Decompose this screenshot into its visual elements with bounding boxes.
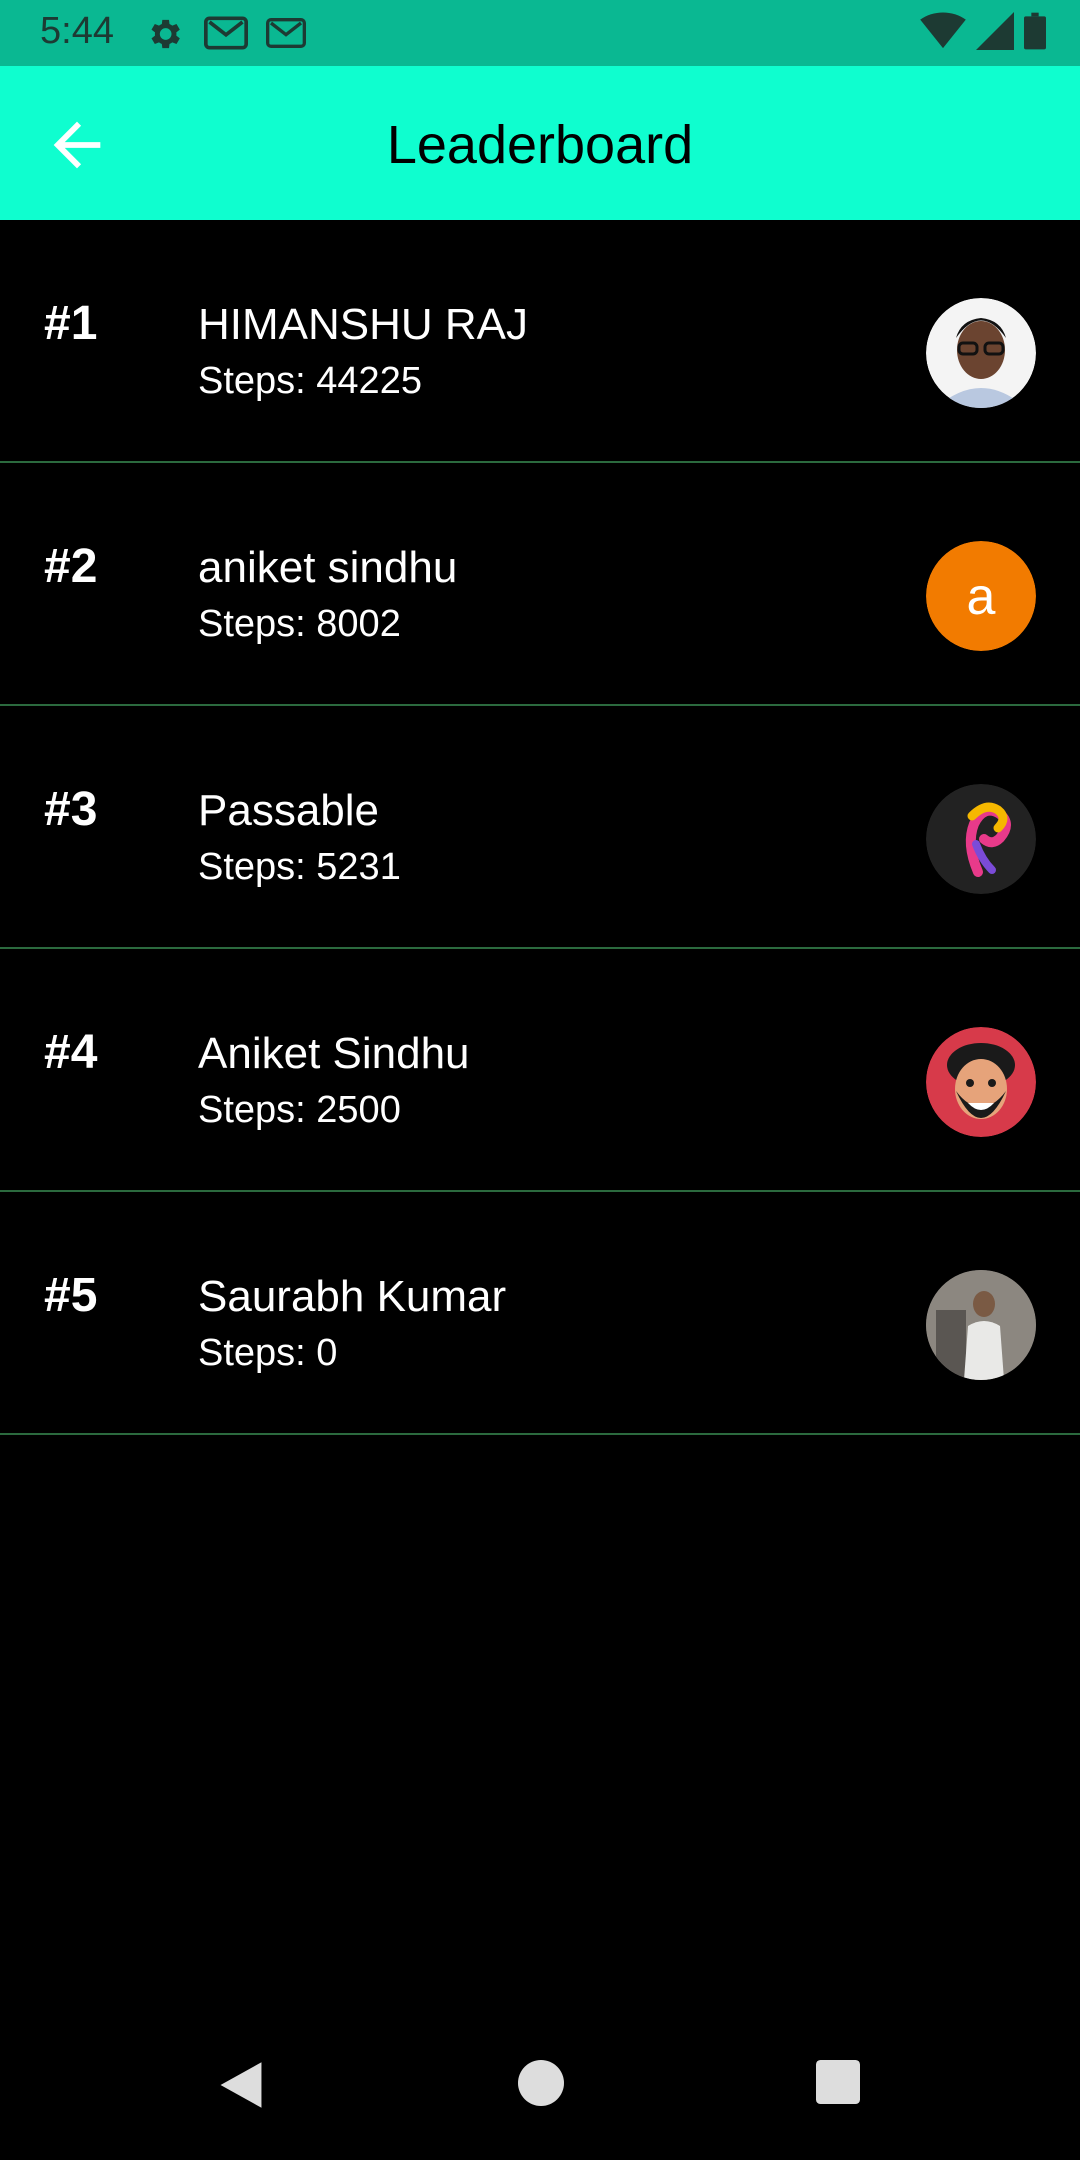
leaderboard-row[interactable]: #3 Passable Steps: 5231 <box>0 706 1080 949</box>
steps-count: Steps: 8002 <box>198 603 401 645</box>
steps-count: Steps: 5231 <box>198 846 401 888</box>
leaderboard-row[interactable]: #2 aniket sindhu Steps: 8002 a <box>0 463 1080 706</box>
status-bar: 5:44 <box>0 0 1080 66</box>
person-photo-avatar <box>926 1270 1036 1380</box>
status-right-icons <box>920 12 1046 50</box>
user-name: Saurabh Kumar <box>198 1272 507 1321</box>
battery-icon <box>1024 12 1046 50</box>
rank-label: #5 <box>44 1269 98 1322</box>
steps-count: Steps: 44225 <box>198 360 422 402</box>
rank-label: #1 <box>44 297 98 350</box>
page-title: Leaderboard <box>386 115 694 175</box>
gear-icon <box>151 19 180 49</box>
recents-square-icon[interactable] <box>816 2060 860 2104</box>
rank-label: #3 <box>44 783 98 836</box>
user-name: HIMANSHU RAJ <box>198 300 529 349</box>
avatar <box>926 1027 1036 1137</box>
user-name: aniket sindhu <box>198 543 458 592</box>
wifi-icon <box>920 12 966 49</box>
leaderboard-row[interactable]: #5 Saurabh Kumar Steps: 0 <box>0 1192 1080 1435</box>
cartoon-face-avatar <box>926 1027 1036 1137</box>
leaderboard-list: #1 HIMANSHU RAJ Steps: 44225 #2 aniket s… <box>0 220 1080 1435</box>
app-bar: Leaderboard <box>0 66 1080 220</box>
user-name: Aniket Sindhu <box>198 1029 470 1078</box>
gmail-icon <box>266 18 306 48</box>
status-time: 5:44 <box>40 10 114 52</box>
avatar-letter: a <box>967 568 996 626</box>
back-triangle-icon[interactable] <box>218 2060 264 2110</box>
passable-logo-avatar <box>926 784 1036 894</box>
leaderboard-row[interactable]: #4 Aniket Sindhu Steps: 2500 <box>0 949 1080 1192</box>
rank-label: #2 <box>44 540 98 593</box>
gmail-icon <box>204 16 248 50</box>
steps-count: Steps: 0 <box>198 1332 338 1374</box>
avatar <box>926 1270 1036 1380</box>
user-name: Passable <box>198 786 380 835</box>
home-circle-icon[interactable] <box>518 2060 564 2106</box>
avatar: a <box>926 541 1036 651</box>
letter-avatar: a <box>926 541 1036 651</box>
navigation-bar <box>0 2030 1080 2160</box>
person-photo-avatar <box>926 298 1036 408</box>
rank-label: #4 <box>44 1026 98 1079</box>
steps-count: Steps: 2500 <box>198 1089 401 1131</box>
avatar <box>926 784 1036 894</box>
leaderboard-row[interactable]: #1 HIMANSHU RAJ Steps: 44225 <box>0 220 1080 463</box>
signal-icon <box>976 12 1014 50</box>
avatar <box>926 298 1036 408</box>
